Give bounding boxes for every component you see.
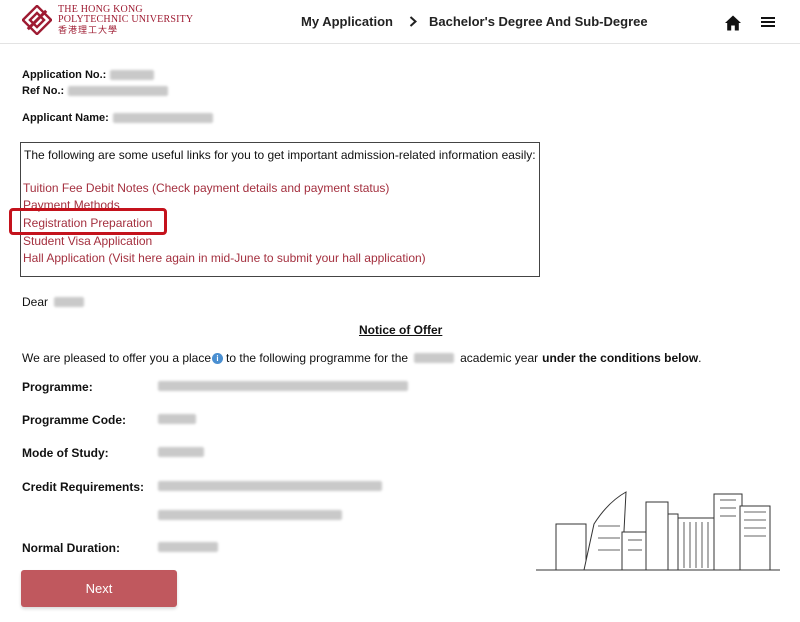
ref-no-redacted <box>68 86 169 96</box>
info-icon[interactable]: i <box>212 352 224 364</box>
offer-suffix-bold: under the conditions below <box>542 351 699 365</box>
breadcrumb-current: Bachelor's Degree And Sub-Degree <box>428 14 648 29</box>
chevron-right-icon <box>409 16 417 27</box>
application-no-row: Application No.: <box>22 69 155 81</box>
logo-line-3: 香港理工大學 <box>58 25 119 35</box>
offer-prefix: We are pleased to offer you a place <box>22 351 212 365</box>
registration-preparation-highlight <box>9 208 167 235</box>
link-tuition-fee-debit-notes[interactable]: Tuition Fee Debit Notes (Check payment d… <box>23 181 389 195</box>
ref-no-row: Ref No.: <box>22 85 169 97</box>
logo-line-2: POLYTECHNIC UNIVERSITY <box>58 14 194 25</box>
notice-of-offer-title: Notice of Offer <box>359 323 443 337</box>
menu-icon[interactable] <box>761 16 775 28</box>
link-student-visa-application[interactable]: Student Visa Application <box>23 234 152 248</box>
application-no-label: Application No.: <box>22 69 107 81</box>
application-no-redacted <box>110 70 155 80</box>
polyu-logo-icon <box>22 5 52 35</box>
mode-of-study-value-redacted <box>158 447 204 457</box>
programme-value-redacted <box>158 381 408 391</box>
top-header: THE HONG KONG POLYTECHNIC UNIVERSITY 香港理… <box>0 0 800 44</box>
programme-code-value-redacted <box>158 414 196 424</box>
logo-wordmark: THE HONG KONG POLYTECHNIC UNIVERSITY 香港理… <box>58 5 194 36</box>
ref-no-label: Ref No.: <box>22 85 65 97</box>
breadcrumb-my-application[interactable]: My Application <box>301 14 393 29</box>
campus-skyline-illustration <box>536 491 780 571</box>
credit-requirements-line2-redacted <box>158 510 342 520</box>
programme-code-label: Programme Code: <box>22 413 127 427</box>
credit-requirements-line1-redacted <box>158 481 382 491</box>
applicant-name-redacted <box>112 113 213 123</box>
recipient-name-redacted <box>54 297 85 307</box>
applicant-name-row: Applicant Name: <box>22 112 213 124</box>
breadcrumb: My Application Bachelor's Degree And Sub… <box>301 14 648 29</box>
credit-requirements-label: Credit Requirements: <box>22 480 145 494</box>
normal-duration-value-redacted <box>158 542 218 552</box>
mode-of-study-label: Mode of Study: <box>22 446 109 460</box>
home-icon[interactable] <box>724 14 742 32</box>
salutation: Dear <box>22 295 85 309</box>
programme-label: Programme: <box>22 380 93 394</box>
useful-links-intro: The following are some useful links for … <box>24 148 536 162</box>
offer-end: . <box>698 351 702 365</box>
offer-middle: to the following programme for the <box>226 351 409 365</box>
offer-statement: We are pleased to offer you a place i to… <box>22 351 702 365</box>
next-button[interactable]: Next <box>21 570 177 607</box>
applicant-name-label: Applicant Name: <box>22 112 109 124</box>
offer-suffix-plain: academic year <box>460 351 539 365</box>
salutation-text: Dear <box>22 295 49 309</box>
normal-duration-label: Normal Duration: <box>22 541 121 555</box>
academic-year-redacted <box>414 353 455 363</box>
link-hall-application[interactable]: Hall Application (Visit here again in mi… <box>23 251 426 265</box>
polyu-logo[interactable]: THE HONG KONG POLYTECHNIC UNIVERSITY 香港理… <box>22 5 193 35</box>
